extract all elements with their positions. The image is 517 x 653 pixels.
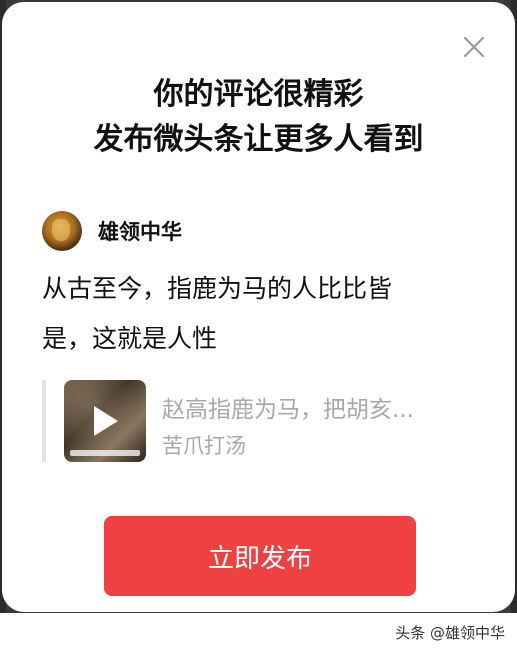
video-thumbnail[interactable]	[64, 380, 146, 462]
username: 雄领中华	[98, 220, 182, 244]
publish-button[interactable]: 立即发布	[104, 516, 416, 596]
comment-line2: 是，这就是人性	[42, 324, 218, 353]
thumbnail-caption-bar	[70, 450, 140, 456]
dialog-title-line1: 你的评论很精彩	[153, 77, 364, 112]
quoted-title: 赵高指鹿为马，把胡亥...	[162, 397, 414, 423]
user-row: 雄领中华	[42, 210, 182, 252]
dialog-title-line2: 发布微头条让更多人看到	[93, 122, 424, 157]
comment-line1: 从古至今，指鹿为马的人比比皆	[42, 274, 393, 303]
watermark: 头条 @雄领中华	[395, 624, 505, 642]
close-button[interactable]	[459, 32, 489, 62]
play-icon	[94, 406, 118, 436]
avatar	[42, 211, 82, 251]
quoted-video-card[interactable]: 赵高指鹿为马，把胡亥... 苦爪打汤	[42, 380, 476, 462]
publish-dialog: 你的评论很精彩 发布微头条让更多人看到 雄领中华 从古至今，指鹿为马的人比比皆 …	[2, 2, 515, 612]
quoted-author: 苦爪打汤	[162, 434, 246, 458]
dialog-title: 你的评论很精彩 发布微头条让更多人看到	[2, 72, 515, 162]
comment-text: 从古至今，指鹿为马的人比比皆 是，这就是人性	[42, 264, 462, 364]
close-icon	[463, 36, 485, 58]
